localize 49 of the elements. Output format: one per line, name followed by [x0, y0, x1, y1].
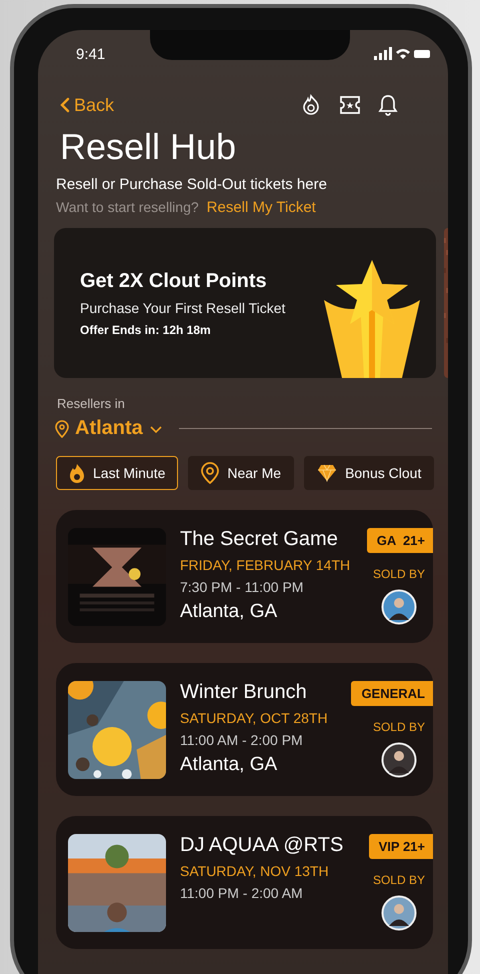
page-title: Resell Hub	[60, 126, 238, 168]
chevron-down-icon	[148, 424, 163, 434]
chevron-left-icon	[60, 97, 70, 113]
filter-chip[interactable]: Bonus Clout	[304, 456, 434, 490]
offer-countdown: Offer Ends in: 12h 18m	[80, 322, 212, 336]
ticket-tag: GA 21+	[366, 528, 433, 553]
event-date: FRIDAY, FEBRUARY 14TH	[180, 557, 352, 573]
back-button[interactable]: Back	[60, 94, 114, 116]
event-location: Atlanta, GA	[180, 754, 278, 776]
status-time: 9:41	[76, 46, 106, 62]
ticket-tag: VIP 21+	[368, 834, 433, 859]
event-location: Atlanta, GA	[180, 601, 278, 623]
seller-avatar[interactable]	[381, 589, 417, 625]
ticket-tag: GENERAL	[351, 681, 433, 706]
event-title: Winter Brunch	[180, 681, 308, 704]
event-card[interactable]: DJ AQUAA @RTS SATURDAY, NOV 13TH 11:00 PM - 2:00 AM VIP 21+ SOLD BY	[56, 816, 433, 949]
filter-chip[interactable]: Last Minute	[56, 456, 178, 490]
resell-link[interactable]: Resell My Ticket	[206, 199, 316, 216]
pin-icon	[201, 462, 220, 484]
event-date: SATURDAY, OCT 28TH	[180, 710, 329, 726]
promo-title: Get 2X Clout Points	[80, 270, 268, 292]
diamond-icon	[317, 464, 338, 482]
location-label: Resellers in	[57, 396, 126, 411]
seller-avatar[interactable]	[381, 895, 417, 931]
sold-by-label: SOLD BY	[372, 567, 426, 581]
seller-avatar[interactable]	[381, 742, 417, 778]
event-title: The Secret Game	[180, 528, 339, 551]
status-icons	[374, 47, 430, 61]
page-subtitle: Resell or Purchase Sold-Out tickets here	[56, 176, 328, 193]
flame-icon	[69, 463, 85, 483]
event-card[interactable]: Winter Brunch SATURDAY, OCT 28TH 11:00 AM - 2:00 PM Atlanta, GA GENERAL SOLD BY	[56, 663, 433, 796]
promo-subtitle: Purchase Your First Resell Ticket	[80, 300, 286, 316]
flame-icon[interactable]	[300, 94, 322, 116]
pin-icon	[55, 420, 69, 438]
prompt-text: Want to start reselling?	[56, 199, 199, 215]
event-title: DJ AQUAA @RTS	[180, 834, 344, 857]
event-time: 7:30 PM - 11:00 PM	[180, 579, 304, 595]
ticket-icon[interactable]	[338, 95, 362, 115]
city-selector[interactable]: Atlanta	[55, 417, 163, 440]
star-trophy-icon	[322, 260, 422, 378]
sold-by-label: SOLD BY	[372, 720, 426, 734]
promo-card[interactable]: Get 2X Clout Points Purchase Your First Resell Ticket Offer Ends in: 12h 18m	[54, 228, 436, 378]
event-time: 11:00 AM - 2:00 PM	[180, 732, 304, 748]
event-card[interactable]: The Secret Game FRIDAY, FEBRUARY 14TH 7:30 PM - 11:00 PM Atlanta, GA GA 21+ SOLD BY	[56, 510, 433, 643]
bell-icon[interactable]	[378, 94, 398, 116]
sold-by-label: SOLD BY	[372, 873, 426, 887]
event-time: 11:00 PM - 2:00 AM	[180, 885, 304, 901]
filter-chip[interactable]: Near Me	[188, 456, 294, 490]
event-date: SATURDAY, NOV 13TH	[180, 863, 330, 879]
